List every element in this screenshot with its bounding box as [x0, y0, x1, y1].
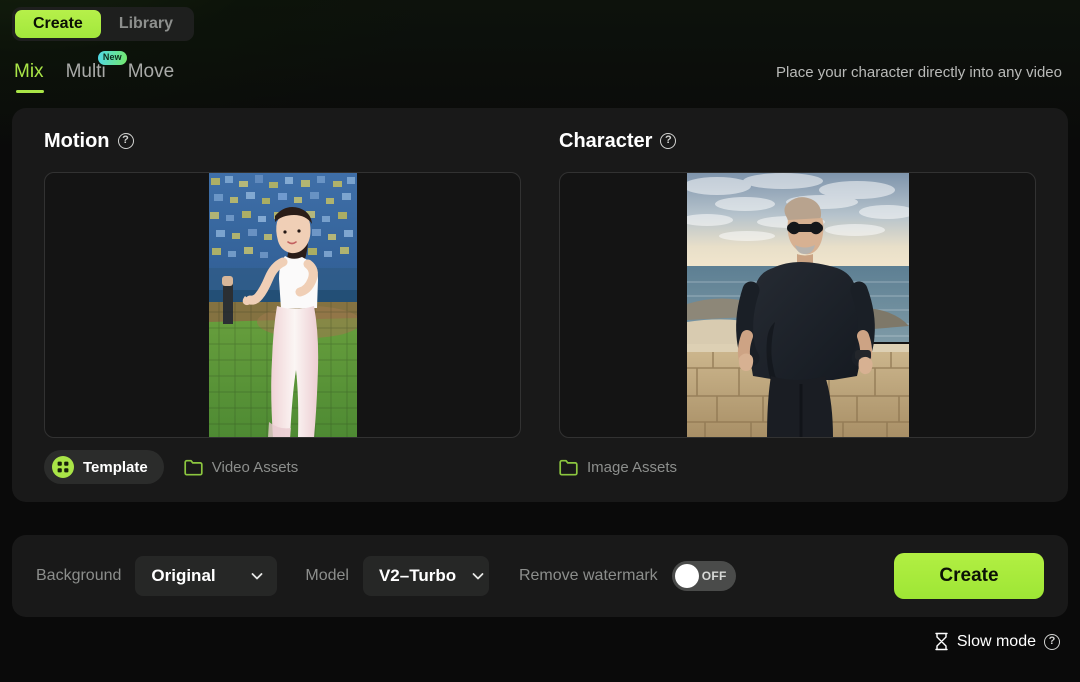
toggle-knob: [674, 564, 699, 588]
template-chip[interactable]: Template: [44, 450, 164, 484]
slow-mode-help-icon[interactable]: ?: [1044, 633, 1060, 650]
character-title: Character: [559, 129, 653, 152]
chevron-down-icon: [472, 573, 484, 580]
model-label: Model: [305, 567, 349, 584]
background-select[interactable]: Original: [135, 556, 278, 596]
tab-mix-label: Mix: [14, 61, 44, 82]
motion-title-row: Motion ?: [44, 128, 521, 154]
motion-title: Motion: [44, 129, 110, 152]
motion-video-dropzone[interactable]: [44, 172, 521, 438]
model-value: V2–Turbo: [378, 566, 457, 585]
chevron-down-icon: [251, 573, 263, 580]
character-pane: Character ? Image Assets: [559, 128, 1036, 502]
character-title-row: Character ?: [559, 128, 1036, 154]
motion-pane: Motion ? Template Video Assets: [44, 128, 521, 502]
motion-video-thumbnail: [208, 173, 357, 437]
remove-watermark-toggle-wrap: OFF: [671, 561, 736, 591]
folder-icon: [184, 459, 203, 476]
tagline: Place your character directly into any v…: [776, 64, 1062, 81]
character-thumbnail-art: [686, 173, 909, 437]
character-asset-row: Image Assets: [559, 450, 1036, 484]
tab-move[interactable]: Move: [128, 60, 174, 93]
video-assets-button[interactable]: Video Assets: [174, 450, 308, 484]
slow-mode-indicator[interactable]: Slow mode ?: [934, 632, 1060, 651]
motion-asset-row: Template Video Assets: [44, 450, 521, 484]
remove-watermark-toggle[interactable]: OFF: [671, 561, 736, 591]
toggle-state-label: OFF: [701, 569, 727, 583]
tab-move-label: Move: [127, 61, 175, 82]
settings-bar: Background Original Model V2–Turbo Remov…: [12, 535, 1068, 617]
video-assets-label: Video Assets: [211, 458, 299, 476]
app-root: Create Library Mix Multi New Move Place …: [0, 0, 1080, 682]
background-label: Background: [36, 567, 122, 584]
image-assets-button[interactable]: Image Assets: [559, 450, 687, 484]
panes-container: Motion ? Template Video Assets Character…: [12, 108, 1068, 502]
segment-library[interactable]: Library: [101, 10, 191, 38]
model-select[interactable]: V2–Turbo: [362, 556, 489, 596]
folder-icon: [559, 459, 578, 476]
character-help-icon[interactable]: ?: [660, 133, 677, 149]
segment-create[interactable]: Create: [15, 10, 101, 38]
tab-mix[interactable]: Mix: [14, 60, 44, 93]
sub-tabs: Mix Multi New Move: [14, 51, 174, 93]
new-badge: New: [97, 51, 127, 65]
character-image-dropzone[interactable]: [559, 172, 1036, 438]
motion-help-icon[interactable]: ?: [117, 133, 134, 149]
template-chip-label: Template: [83, 458, 148, 476]
character-image-thumbnail: [686, 173, 909, 437]
background-value: Original: [151, 566, 216, 585]
grid-dots-icon: [52, 456, 74, 478]
tab-multi[interactable]: Multi New: [65, 51, 127, 93]
mode-segmented-control: Create Library: [12, 7, 195, 41]
hourglass-icon: [935, 632, 948, 651]
slow-mode-label: Slow mode: [956, 632, 1036, 650]
tab-multi-label: Multi: [65, 61, 106, 82]
main-card: Motion ? Template Video Assets Character…: [12, 108, 1068, 502]
remove-watermark-label: Remove watermark: [518, 567, 658, 584]
motion-thumbnail-art: [208, 173, 357, 437]
image-assets-label: Image Assets: [587, 458, 678, 476]
create-button[interactable]: Create: [894, 553, 1044, 599]
